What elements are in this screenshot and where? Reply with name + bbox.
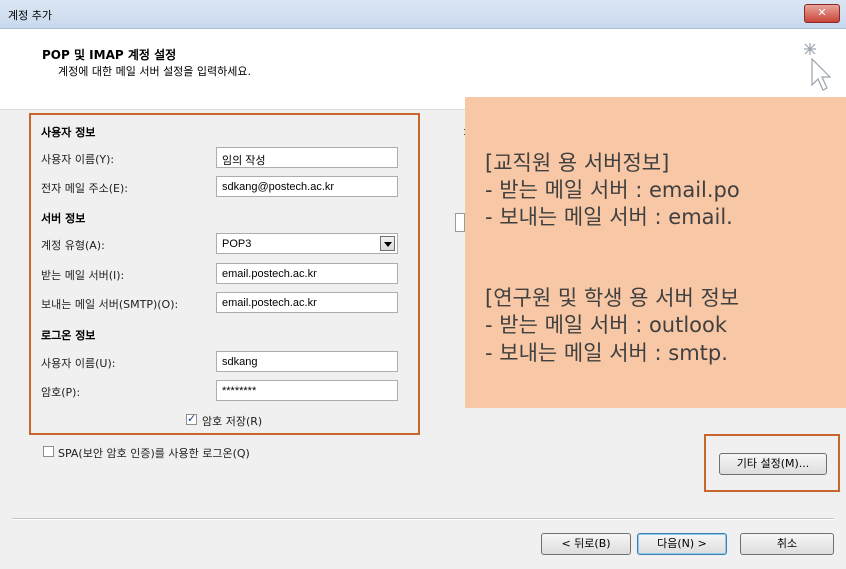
save-password-checkbox[interactable]	[186, 412, 197, 425]
spa-checkbox[interactable]	[43, 446, 54, 457]
incoming-server-input[interactable]: email.postech.ac.kr	[216, 263, 398, 284]
note-line-6: - 보내는 메일 서버 : smtp.	[485, 341, 728, 365]
save-password-label[interactable]: 암호 저장(R)	[202, 413, 262, 429]
account-type-value: POP3	[222, 238, 252, 250]
close-button[interactable]: ✕	[804, 4, 840, 23]
email-label: 전자 메일 주소(E):	[41, 182, 128, 195]
logon-username-label: 사용자 이름(U):	[41, 357, 116, 370]
outgoing-server-label: 보내는 메일 서버(SMTP)(O):	[41, 298, 179, 311]
logon-username-input[interactable]: sdkang	[216, 351, 398, 372]
account-type-label: 계정 유형(A):	[41, 239, 105, 252]
footer-separator	[12, 518, 834, 520]
password-input[interactable]: ********	[216, 380, 398, 401]
title-bar: 계정 추가 ✕	[0, 0, 846, 29]
next-button[interactable]: 다음(N) >	[637, 533, 727, 555]
note-line-1: [교직원 용 서버정보]	[485, 151, 670, 175]
page-subtitle: 계정에 대한 메일 서버 설정을 입력하세요.	[58, 65, 252, 78]
incoming-server-label: 받는 메일 서버(I):	[41, 269, 125, 282]
spa-label[interactable]: SPA(보안 암호 인증)를 사용한 로그온(Q)	[58, 445, 250, 461]
user-name-input[interactable]: 임의 작성	[216, 147, 398, 168]
cancel-button[interactable]: 취소	[740, 533, 834, 555]
note-line-2: - 받는 메일 서버 : email.po	[485, 178, 740, 202]
window-title: 계정 추가	[8, 9, 52, 22]
close-icon: ✕	[817, 6, 827, 19]
account-type-select[interactable]: POP3	[216, 233, 398, 254]
server-info-note: [교직원 용 서버정보] - 받는 메일 서버 : email.po - 보내는…	[465, 97, 846, 408]
user-name-label: 사용자 이름(Y):	[41, 153, 115, 166]
page-title: POP 및 IMAP 계정 설정	[42, 48, 177, 62]
server-info-heading: 서버 정보	[41, 212, 86, 225]
back-button[interactable]: < 뒤로(B)	[541, 533, 631, 555]
more-settings-button[interactable]: 기타 설정(M)...	[719, 453, 827, 475]
logon-info-heading: 로그온 정보	[41, 329, 96, 342]
user-info-heading: 사용자 정보	[41, 126, 96, 139]
note-line-4: [연구원 및 학생 용 서버 정보	[485, 286, 740, 310]
cursor-sparkle-icon	[804, 43, 832, 91]
email-input[interactable]: sdkang@postech.ac.kr	[216, 176, 398, 197]
chevron-down-icon[interactable]	[380, 236, 395, 251]
outgoing-server-input[interactable]: email.postech.ac.kr	[216, 292, 398, 313]
note-line-5: - 받는 메일 서버 : outlook	[485, 313, 728, 337]
note-line-3: - 보내는 메일 서버 : email.	[485, 205, 733, 229]
hidden-control-fragment	[455, 213, 465, 232]
password-label: 암호(P):	[41, 386, 81, 399]
